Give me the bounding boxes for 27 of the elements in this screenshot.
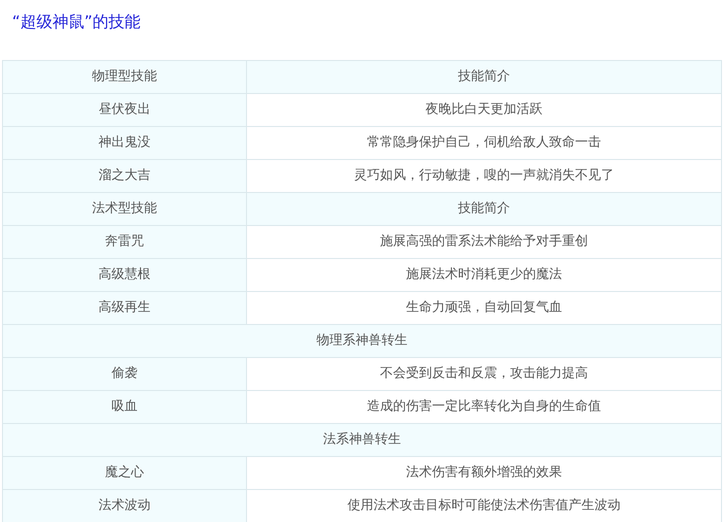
table-cell: 法系神兽转生 xyxy=(2,424,722,456)
table-cell: 法术波动 xyxy=(2,490,246,522)
table-cell: 夜晚比白天更加活跃 xyxy=(246,94,722,126)
table-cell: 生命力顽强，自动回复气血 xyxy=(246,292,722,324)
table-cell: 施展高强的雷系法术能给予对手重创 xyxy=(246,226,722,258)
table-cell: 高级再生 xyxy=(2,292,246,324)
table-cell: 物理型技能 xyxy=(2,60,246,94)
table-cell: 昼伏夜出 xyxy=(2,94,246,126)
table-cell: 物理系神兽转生 xyxy=(2,324,722,358)
table-cell: 法术型技能 xyxy=(2,192,246,226)
table-cell: 灵巧如风，行动敏捷，嗖的一声就消失不见了 xyxy=(246,160,722,192)
table-cell: 奔雷咒 xyxy=(2,226,246,258)
table-cell: 溜之大吉 xyxy=(2,160,246,192)
table-cell: 神出鬼没 xyxy=(2,126,246,160)
table-cell: 偷袭 xyxy=(2,358,246,390)
table-cell: 吸血 xyxy=(2,390,246,424)
section-title: “超级神鼠”的技能 xyxy=(12,11,142,33)
table-cell: 高级慧根 xyxy=(2,258,246,292)
table-cell: 施展法术时消耗更少的魔法 xyxy=(246,258,722,292)
table-cell: 技能简介 xyxy=(246,60,722,94)
table-cell: 法术伤害有额外增强的效果 xyxy=(246,456,722,490)
table-cell: 不会受到反击和反震，攻击能力提高 xyxy=(246,358,722,390)
table-cell: 魔之心 xyxy=(2,456,246,490)
table-cell: 技能简介 xyxy=(246,192,722,226)
table-cell: 造成的伤害一定比率转化为自身的生命值 xyxy=(246,390,722,424)
table-cell: 使用法术攻击目标时可能使法术伤害值产生波动 xyxy=(246,490,722,522)
table-cell: 常常隐身保护自己，伺机给敌人致命一击 xyxy=(246,126,722,160)
